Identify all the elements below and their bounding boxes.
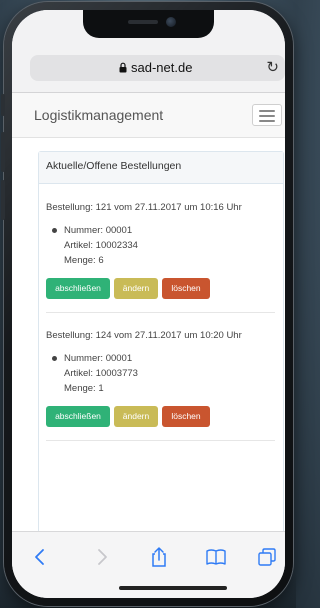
menu-icon-bar [259, 110, 275, 112]
navbar-brand[interactable]: Logistikmanagement [34, 107, 163, 123]
mute-switch [1, 94, 5, 116]
order-title: Bestellung: 124 vom 27.11.2017 um 10:20 … [46, 330, 242, 341]
reload-icon[interactable]: ↻ [266, 60, 279, 75]
front-camera [166, 17, 176, 27]
chevron-right-icon[interactable] [90, 546, 112, 568]
order-item: Bestellung: 121 vom 27.11.2017 um 10:16 … [46, 202, 276, 313]
order-quantity: Menge: 6 [64, 255, 104, 266]
order-details: Nummer: 00001 Artikel: 10003773 Menge: 1 [52, 351, 138, 396]
order-quantity: Menge: 1 [64, 383, 104, 394]
order-article: Artikel: 10003773 [64, 368, 138, 379]
panel-title: Aktuelle/Offene Bestellungen [46, 160, 182, 172]
menu-icon-bar [259, 120, 275, 122]
volume-up-button [1, 132, 5, 172]
order-divider [46, 440, 275, 441]
order-divider [46, 312, 275, 313]
notch [83, 10, 214, 38]
list-bullet [52, 356, 57, 361]
order-details: Nummer: 00001 Artikel: 10002334 Menge: 6 [52, 223, 138, 268]
url-text: sad-net.de [131, 60, 193, 75]
complete-button[interactable]: abschließen [46, 406, 110, 427]
delete-button[interactable]: löschen [162, 406, 210, 427]
order-number: Nummer: 00001 [64, 225, 133, 236]
share-icon[interactable] [148, 546, 170, 568]
delete-button[interactable]: löschen [162, 278, 210, 299]
edit-button[interactable]: ändern [114, 406, 158, 427]
order-number: Nummer: 00001 [64, 353, 133, 364]
speaker-grille [128, 20, 158, 24]
edit-button[interactable]: ändern [114, 278, 158, 299]
orders-panel: Aktuelle/Offene Bestellungen Bestellung:… [38, 151, 284, 543]
phone-frame: sad-net.de ↻ Logistikmanagement Aktuelle… [1, 2, 293, 606]
tabs-icon[interactable] [256, 546, 278, 568]
home-indicator[interactable] [119, 586, 227, 590]
order-actions: abschließen ändern löschen [46, 406, 210, 427]
lock-icon [119, 62, 127, 73]
order-article: Artikel: 10002334 [64, 240, 138, 251]
menu-toggle-button[interactable] [252, 104, 282, 126]
menu-icon-bar [259, 115, 275, 117]
main-content: Aktuelle/Offene Bestellungen Bestellung:… [12, 138, 285, 543]
book-icon[interactable] [205, 546, 227, 568]
panel-heading: Aktuelle/Offene Bestellungen [39, 152, 283, 184]
address-bar[interactable]: sad-net.de ↻ [30, 55, 285, 81]
site-navbar: Logistikmanagement [12, 93, 285, 138]
order-item: Bestellung: 124 vom 27.11.2017 um 10:20 … [46, 330, 276, 441]
complete-button[interactable]: abschließen [46, 278, 110, 299]
phone-screen: sad-net.de ↻ Logistikmanagement Aktuelle… [12, 10, 285, 598]
list-bullet [52, 228, 57, 233]
chevron-left-icon[interactable] [30, 546, 52, 568]
volume-down-button [1, 180, 5, 220]
order-actions: abschließen ändern löschen [46, 278, 210, 299]
order-title: Bestellung: 121 vom 27.11.2017 um 10:16 … [46, 202, 242, 213]
